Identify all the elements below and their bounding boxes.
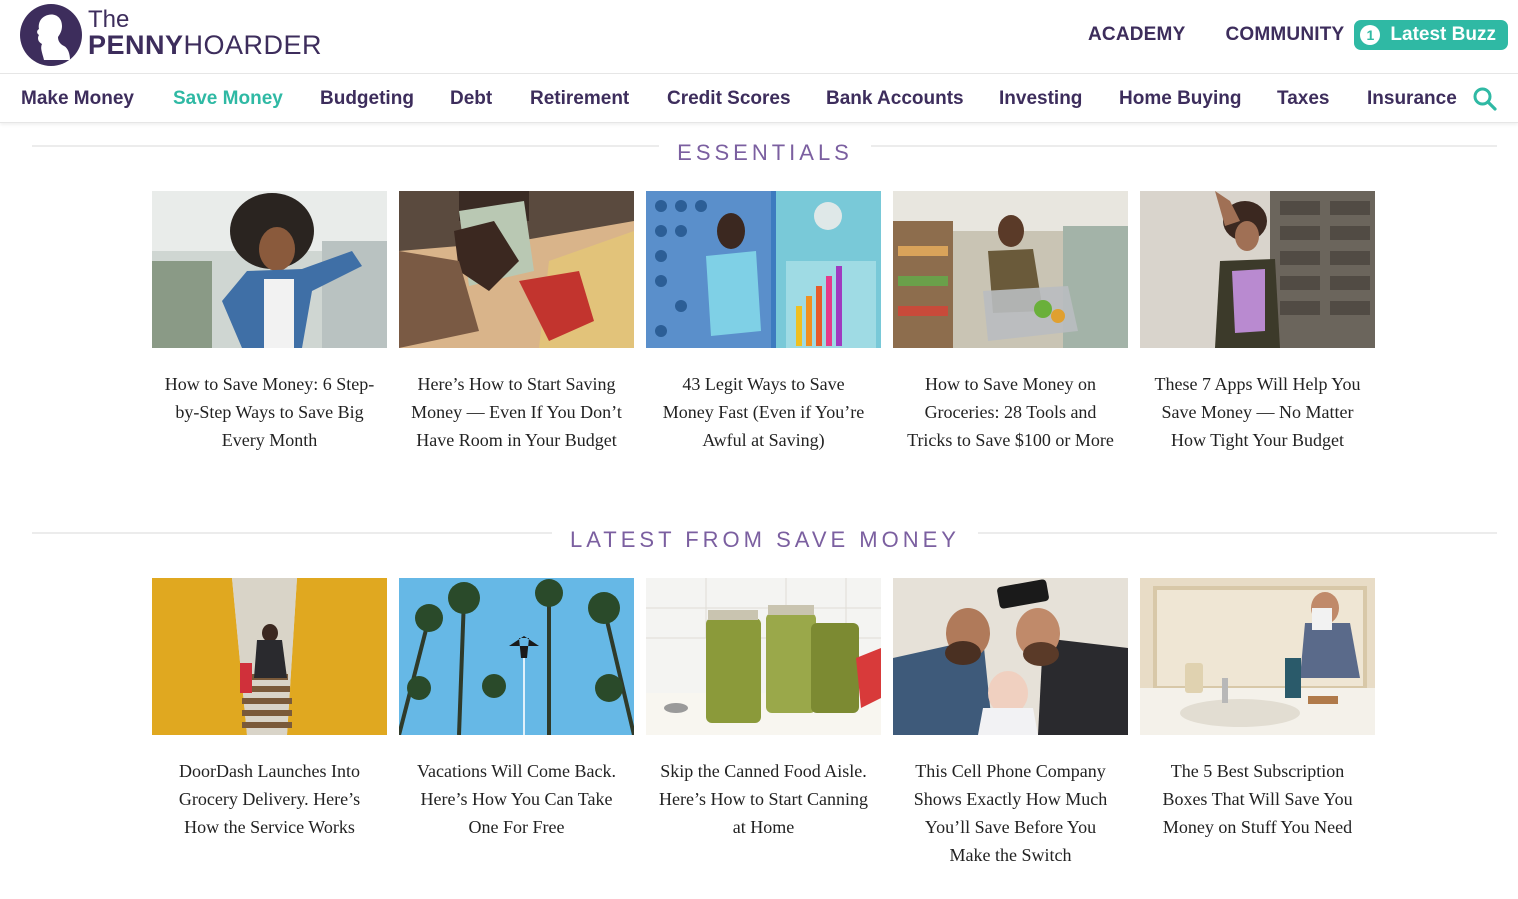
article-card[interactable]: How to Save Money on Groceries: 28 Tools… (893, 191, 1128, 454)
latest-buzz-button[interactable]: 1 Latest Buzz (1354, 20, 1508, 50)
section-title-essentials: ESSENTIALS (0, 140, 1518, 166)
article-title[interactable]: The 5 Best Subscription Boxes That Will … (1140, 757, 1375, 841)
article-card[interactable]: This Cell Phone Company Shows Exactly Ho… (893, 578, 1128, 869)
article-card[interactable]: Vacations Will Come Back. Here’s How You… (399, 578, 634, 841)
section-title-latest: LATEST FROM SAVE MONEY (0, 527, 1518, 553)
nav-insurance[interactable]: Insurance (1367, 88, 1457, 110)
article-title[interactable]: How to Save Money on Groceries: 28 Tools… (893, 370, 1128, 454)
article-thumbnail[interactable] (646, 578, 881, 735)
article-card[interactable]: DoorDash Launches Into Grocery Delivery.… (152, 578, 387, 841)
buzz-count-badge: 1 (1360, 25, 1381, 45)
article-thumbnail[interactable] (893, 191, 1128, 348)
site-header: The PENNYHOARDER ACADEMY COMMUNITY 1 Lat… (0, 0, 1518, 74)
article-title[interactable]: DoorDash Launches Into Grocery Delivery.… (152, 757, 387, 841)
nav-retirement[interactable]: Retirement (530, 88, 629, 110)
nav-home-buying[interactable]: Home Buying (1119, 88, 1241, 110)
article-card[interactable]: 43 Legit Ways to Save Money Fast (Even i… (646, 191, 881, 454)
article-thumbnail[interactable] (399, 578, 634, 735)
logo-hoarder: HOARDER (183, 29, 323, 60)
search-icon[interactable] (1472, 86, 1498, 112)
article-card[interactable]: Here’s How to Start Saving Money — Even … (399, 191, 634, 454)
nav-make-money[interactable]: Make Money (21, 88, 134, 110)
article-thumbnail[interactable] (399, 191, 634, 348)
nav-budgeting[interactable]: Budgeting (320, 88, 414, 110)
nav-taxes[interactable]: Taxes (1277, 88, 1329, 110)
nav-save-money[interactable]: Save Money (173, 88, 283, 110)
nav-credit-scores[interactable]: Credit Scores (667, 88, 791, 110)
article-card[interactable]: How to Save Money: 6 Step-by-Step Ways t… (152, 191, 387, 454)
article-thumbnail[interactable] (152, 578, 387, 735)
logo-penny: PENNY (88, 29, 184, 60)
article-thumbnail[interactable] (646, 191, 881, 348)
article-thumbnail[interactable] (1140, 578, 1375, 735)
article-card[interactable]: Skip the Canned Food Aisle. Here’s How t… (646, 578, 881, 841)
article-title[interactable]: Vacations Will Come Back. Here’s How You… (399, 757, 634, 841)
article-thumbnail[interactable] (1140, 191, 1375, 348)
article-thumbnail[interactable] (152, 191, 387, 348)
article-title[interactable]: Here’s How to Start Saving Money — Even … (399, 370, 634, 454)
nav-investing[interactable]: Investing (999, 88, 1082, 110)
academy-link[interactable]: ACADEMY (1088, 24, 1185, 46)
article-thumbnail[interactable] (893, 578, 1128, 735)
article-title[interactable]: How to Save Money: 6 Step-by-Step Ways t… (152, 370, 387, 454)
article-card[interactable]: The 5 Best Subscription Boxes That Will … (1140, 578, 1375, 841)
top-links: ACADEMY COMMUNITY 1 Latest Buzz (1048, 20, 1508, 50)
nav-bank-accounts[interactable]: Bank Accounts (826, 88, 964, 110)
site-logo[interactable]: The PENNYHOARDER (20, 3, 322, 67)
buzz-label: Latest Buzz (1390, 24, 1496, 45)
community-link[interactable]: COMMUNITY (1225, 24, 1344, 46)
logo-the: The (88, 5, 130, 33)
article-title[interactable]: This Cell Phone Company Shows Exactly Ho… (893, 757, 1128, 869)
article-title[interactable]: Skip the Canned Food Aisle. Here’s How t… (646, 757, 881, 841)
article-title[interactable]: These 7 Apps Will Help You Save Money — … (1140, 370, 1375, 454)
main-nav: Make Money Save Money Budgeting Debt Ret… (0, 74, 1518, 123)
article-card[interactable]: These 7 Apps Will Help You Save Money — … (1140, 191, 1375, 454)
article-title[interactable]: 43 Legit Ways to Save Money Fast (Even i… (646, 370, 881, 454)
nav-debt[interactable]: Debt (450, 88, 492, 110)
logo-silhouette-icon (20, 4, 82, 66)
